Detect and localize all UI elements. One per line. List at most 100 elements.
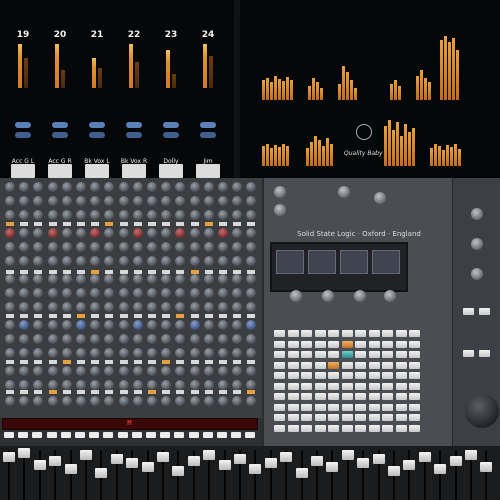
strip-button[interactable] xyxy=(204,390,213,394)
rotary-knob[interactable] xyxy=(5,182,15,192)
rotary-knob[interactable] xyxy=(5,256,15,266)
rotary-knob[interactable] xyxy=(161,348,172,358)
keypad-button[interactable] xyxy=(382,372,393,379)
rotary-knob[interactable] xyxy=(118,228,129,238)
rotary-knob[interactable] xyxy=(5,366,15,376)
fader-knob[interactable] xyxy=(280,452,293,462)
keypad-button[interactable] xyxy=(395,414,407,421)
keypad-button[interactable] xyxy=(395,351,407,358)
rotary-knob[interactable] xyxy=(175,210,186,220)
rotary-knob[interactable] xyxy=(189,396,200,406)
keypad-button[interactable] xyxy=(382,382,393,390)
rotary-knob[interactable] xyxy=(218,182,228,192)
strip-button[interactable] xyxy=(105,360,114,364)
rotary-knob[interactable] xyxy=(33,334,44,344)
strip-button[interactable] xyxy=(247,222,256,226)
rotary-knob[interactable] xyxy=(76,228,86,238)
keypad-button[interactable] xyxy=(368,330,380,337)
strip-button[interactable] xyxy=(34,270,43,274)
rotary-knob[interactable] xyxy=(90,256,101,266)
rotary-knob[interactable] xyxy=(232,396,243,406)
rotary-knob[interactable] xyxy=(61,274,72,284)
keypad-button[interactable] xyxy=(355,330,366,337)
strip-button[interactable] xyxy=(233,360,242,364)
strip-button[interactable] xyxy=(48,314,57,318)
rotary-knob[interactable] xyxy=(5,320,15,330)
rotary-knob[interactable] xyxy=(5,396,15,406)
rotary-knob[interactable] xyxy=(104,228,115,238)
rotary-knob[interactable] xyxy=(132,380,143,390)
rotary-knob[interactable] xyxy=(232,348,243,358)
strip-button[interactable] xyxy=(77,390,85,394)
strip-button[interactable] xyxy=(176,314,185,318)
strip-button[interactable] xyxy=(148,222,156,226)
rotary-knob[interactable] xyxy=(147,242,157,252)
fader-knob[interactable] xyxy=(110,454,123,464)
rotary-knob[interactable] xyxy=(90,380,101,390)
keypad-button[interactable] xyxy=(341,424,353,432)
rotary-knob[interactable] xyxy=(161,228,172,238)
rotary-knob[interactable] xyxy=(5,302,15,312)
monitor-knob[interactable] xyxy=(374,192,386,204)
strip-button[interactable] xyxy=(176,360,185,364)
rotary-knob[interactable] xyxy=(61,242,72,252)
rotary-knob[interactable] xyxy=(47,242,58,252)
keypad-button[interactable] xyxy=(314,361,326,369)
fader-knob[interactable] xyxy=(449,456,462,466)
keypad-button[interactable] xyxy=(395,330,407,337)
rotary-knob[interactable] xyxy=(104,182,115,192)
keypad-button[interactable] xyxy=(382,424,393,432)
rotary-knob[interactable] xyxy=(246,196,257,206)
rotary-knob[interactable] xyxy=(132,396,143,406)
fader-knob[interactable] xyxy=(372,454,385,464)
rotary-knob[interactable] xyxy=(175,228,186,238)
rotary-knob[interactable] xyxy=(189,288,200,298)
rotary-knob[interactable] xyxy=(104,320,115,330)
transport-button[interactable] xyxy=(479,350,490,357)
rotary-knob[interactable] xyxy=(104,196,115,206)
fader-knob[interactable] xyxy=(357,458,370,468)
rotary-knob[interactable] xyxy=(132,366,143,376)
keypad-button[interactable] xyxy=(409,351,420,358)
keypad-button[interactable] xyxy=(368,414,380,421)
keypad-button[interactable] xyxy=(409,361,420,369)
rotary-knob[interactable] xyxy=(19,320,30,330)
rotary-knob[interactable] xyxy=(147,182,157,192)
rotary-knob[interactable] xyxy=(33,210,44,220)
rotary-knob[interactable] xyxy=(232,288,243,298)
rotary-knob[interactable] xyxy=(61,302,72,312)
control-knob[interactable] xyxy=(471,268,483,280)
keypad-button[interactable] xyxy=(314,424,326,432)
keypad-button[interactable] xyxy=(274,372,285,379)
strip-button[interactable] xyxy=(204,360,213,364)
rotary-knob[interactable] xyxy=(61,396,72,406)
strip-button[interactable] xyxy=(133,360,142,364)
strip-button[interactable] xyxy=(105,270,114,274)
rotary-knob[interactable] xyxy=(246,396,257,406)
keypad-button[interactable] xyxy=(355,414,366,421)
rotary-knob[interactable] xyxy=(218,320,228,330)
rotary-knob[interactable] xyxy=(232,242,243,252)
fader-knob[interactable] xyxy=(418,452,431,462)
keypad-button[interactable] xyxy=(409,393,420,400)
keypad-button[interactable] xyxy=(355,372,366,379)
select-button[interactable] xyxy=(174,432,185,438)
keypad-button[interactable] xyxy=(314,351,326,358)
rotary-knob[interactable] xyxy=(61,348,72,358)
rotary-knob[interactable] xyxy=(47,302,58,312)
rotary-knob[interactable] xyxy=(147,348,157,358)
rotary-knob[interactable] xyxy=(104,288,115,298)
keypad-button[interactable] xyxy=(341,340,353,348)
rotary-knob[interactable] xyxy=(218,242,228,252)
rotary-knob[interactable] xyxy=(76,256,86,266)
rotary-knob[interactable] xyxy=(5,288,15,298)
rotary-knob[interactable] xyxy=(33,274,44,284)
rotary-knob[interactable] xyxy=(47,274,58,284)
rotary-knob[interactable] xyxy=(33,228,44,238)
rotary-knob[interactable] xyxy=(246,228,257,238)
rotary-knob[interactable] xyxy=(104,334,115,344)
keypad-button[interactable] xyxy=(301,340,312,348)
fader-knob[interactable] xyxy=(64,464,77,474)
rotary-knob[interactable] xyxy=(104,256,115,266)
keypad-button[interactable] xyxy=(274,393,285,400)
